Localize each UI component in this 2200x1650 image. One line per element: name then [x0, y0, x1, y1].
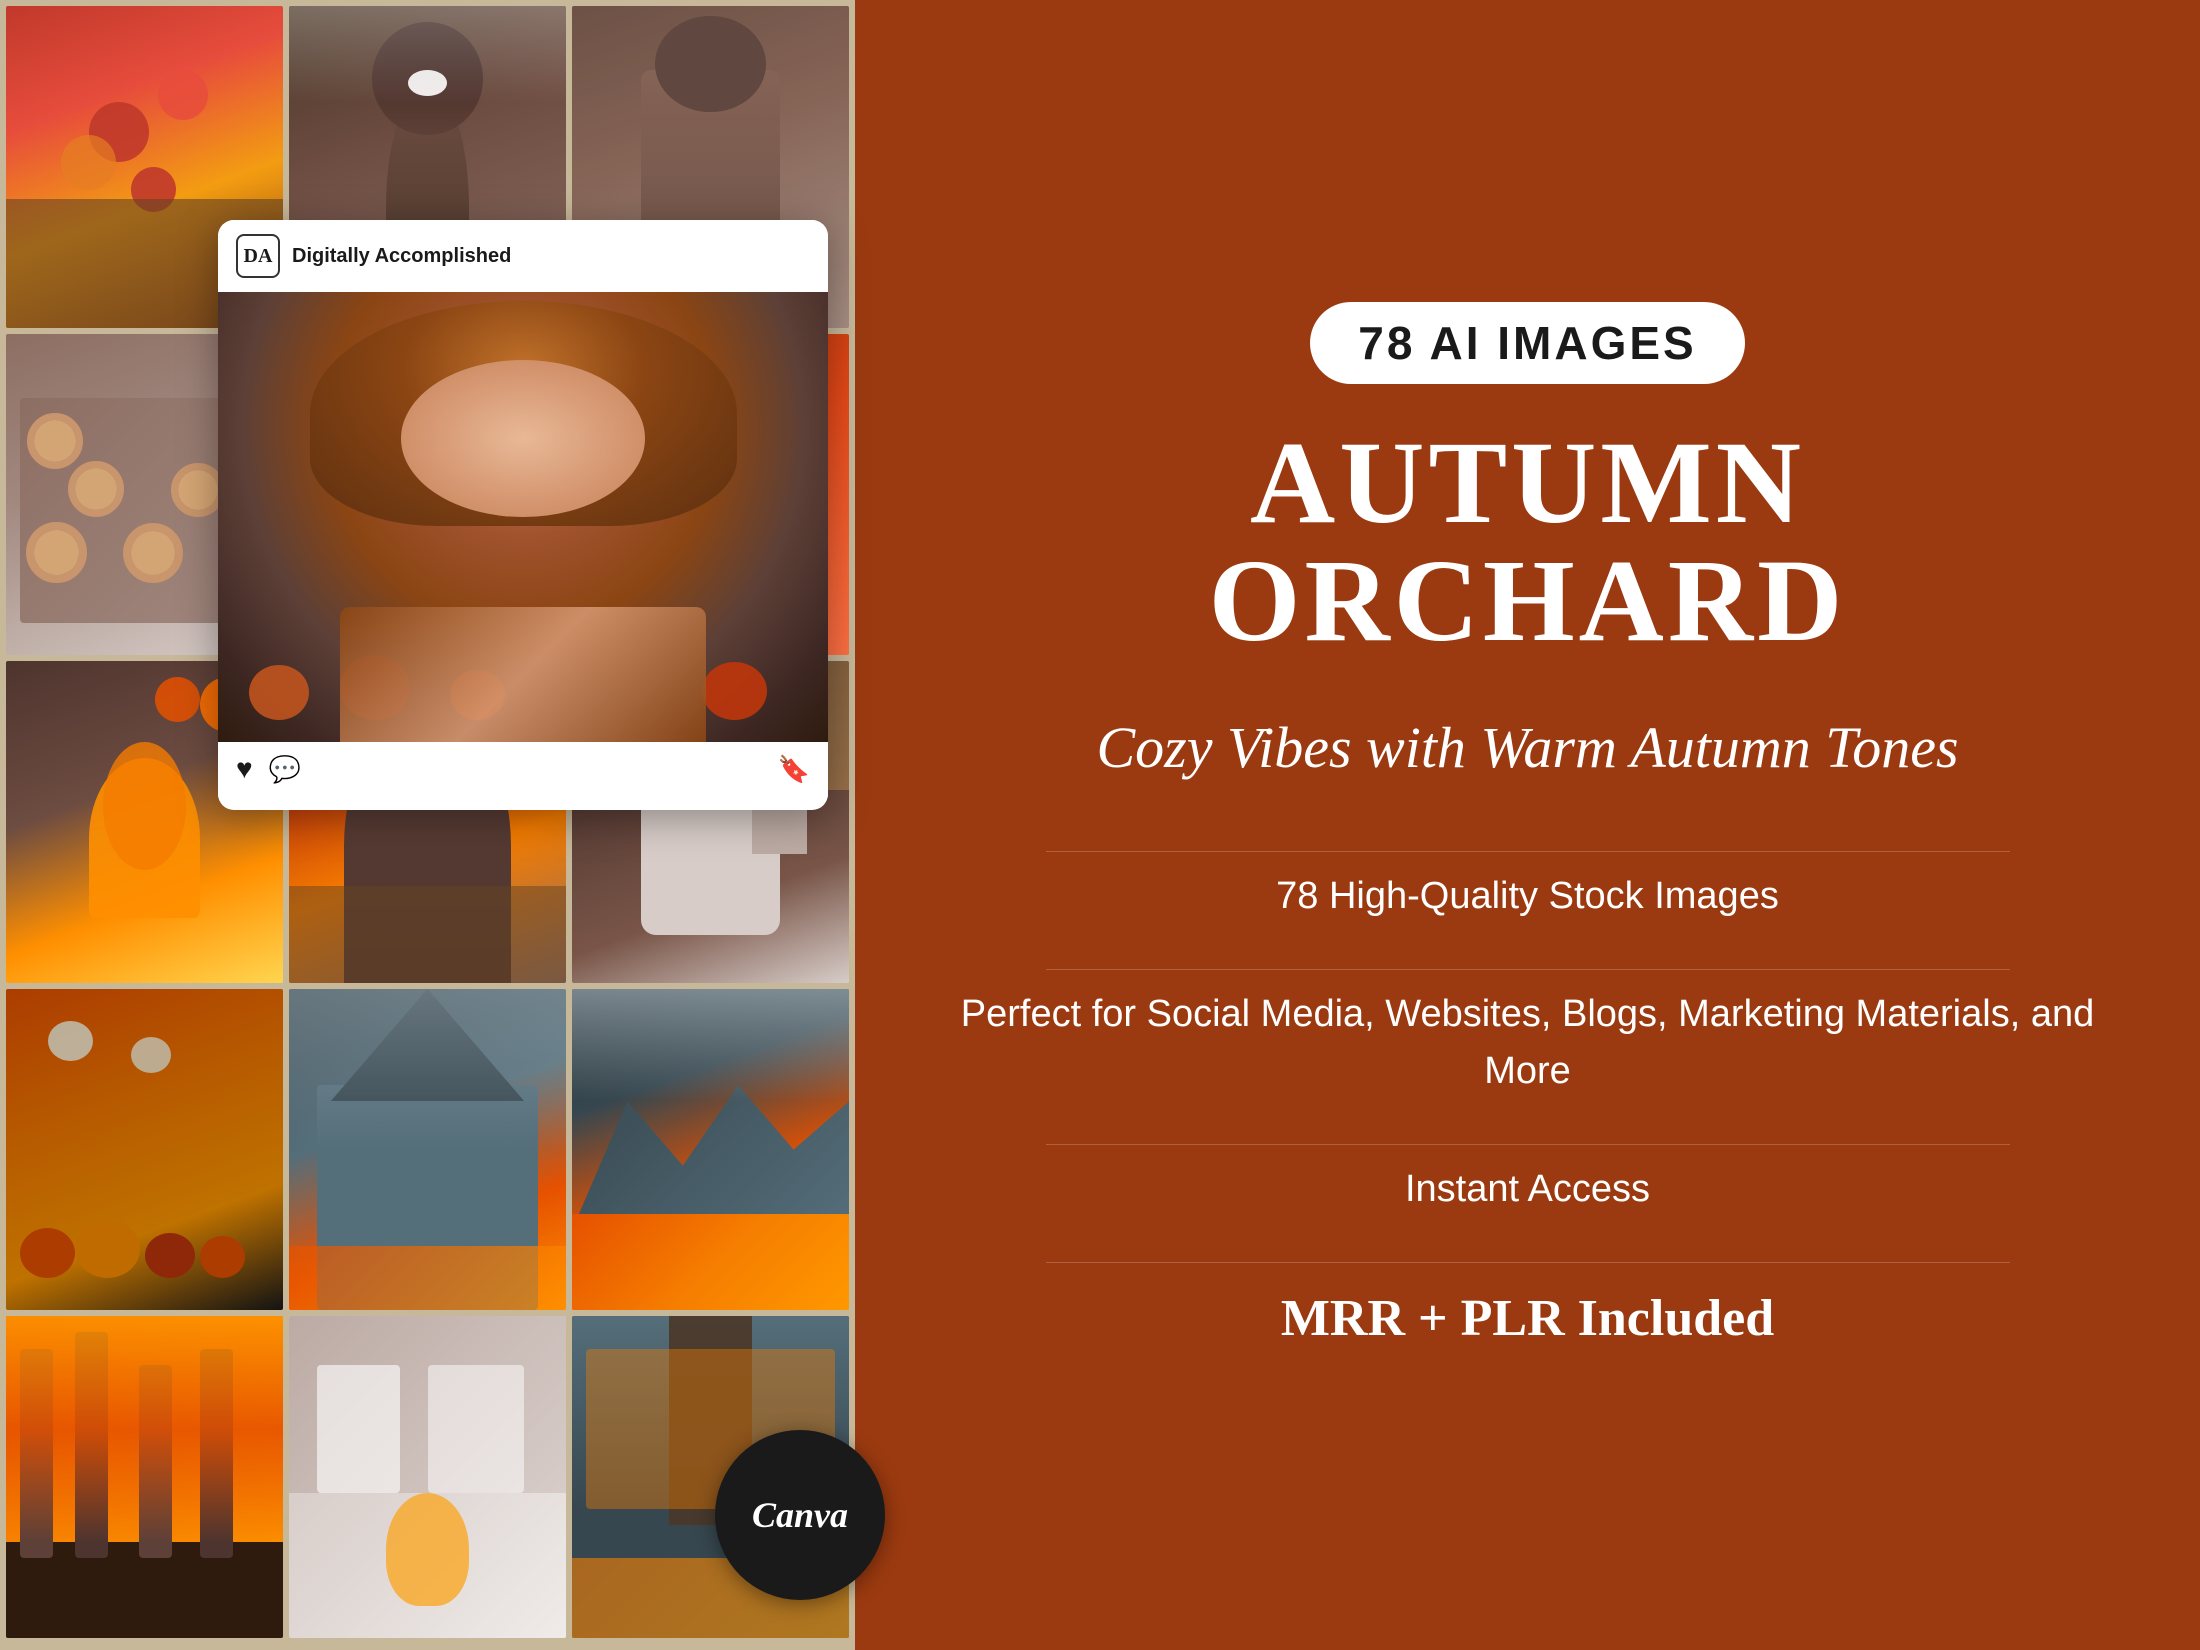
photo-cell-house — [289, 989, 566, 1311]
photo-cell-mountains — [572, 989, 849, 1311]
ig-actions: ♥ 💬 🔖 — [218, 742, 828, 798]
ig-photo — [218, 292, 828, 742]
ig-heart-icon: ♥ — [236, 754, 253, 786]
photo-cell-kitchen — [289, 1316, 566, 1638]
ig-photo-inner — [218, 292, 828, 742]
canva-badge: Canva — [715, 1430, 885, 1600]
instagram-card: DA Digitally Accomplished ♥ — [218, 220, 828, 810]
photo-cell-pumpkin-mix — [6, 989, 283, 1311]
right-panel: 78 AI IMAGES AUTUMN ORCHARD Cozy Vibes w… — [855, 0, 2200, 1650]
ig-username: Digitally Accomplished — [292, 245, 511, 268]
divider-3 — [1046, 1144, 2010, 1145]
ig-bookmark-icon: 🔖 — [778, 755, 810, 785]
title-line2: ORCHARD — [1209, 542, 1847, 660]
ai-images-badge: 78 AI IMAGES — [1310, 302, 1744, 384]
mrr-label: MRR + PLR Included — [1281, 1289, 1774, 1348]
canva-label: Canva — [752, 1494, 848, 1536]
feature-1: 78 High-Quality Stock Images — [1276, 868, 1779, 925]
ig-logo: DA — [236, 234, 280, 278]
ig-logo-text: DA — [244, 245, 273, 268]
left-panel: DA Digitally Accomplished ♥ — [0, 0, 855, 1650]
subtitle: Cozy Vibes with Warm Autumn Tones — [1096, 710, 1958, 785]
title-line1: AUTUMN — [1250, 424, 1805, 542]
divider-2 — [1046, 969, 2010, 970]
ig-header: DA Digitally Accomplished — [218, 220, 828, 292]
badge-text: 78 AI IMAGES — [1358, 317, 1696, 369]
divider-4 — [1046, 1262, 2010, 1263]
feature-3: Instant Access — [1405, 1161, 1650, 1218]
photo-cell-fall-trees — [6, 1316, 283, 1638]
ig-comment-icon: 💬 — [269, 755, 301, 785]
feature-2: Perfect for Social Media, Websites, Blog… — [925, 986, 2130, 1100]
divider-1 — [1046, 851, 2010, 852]
